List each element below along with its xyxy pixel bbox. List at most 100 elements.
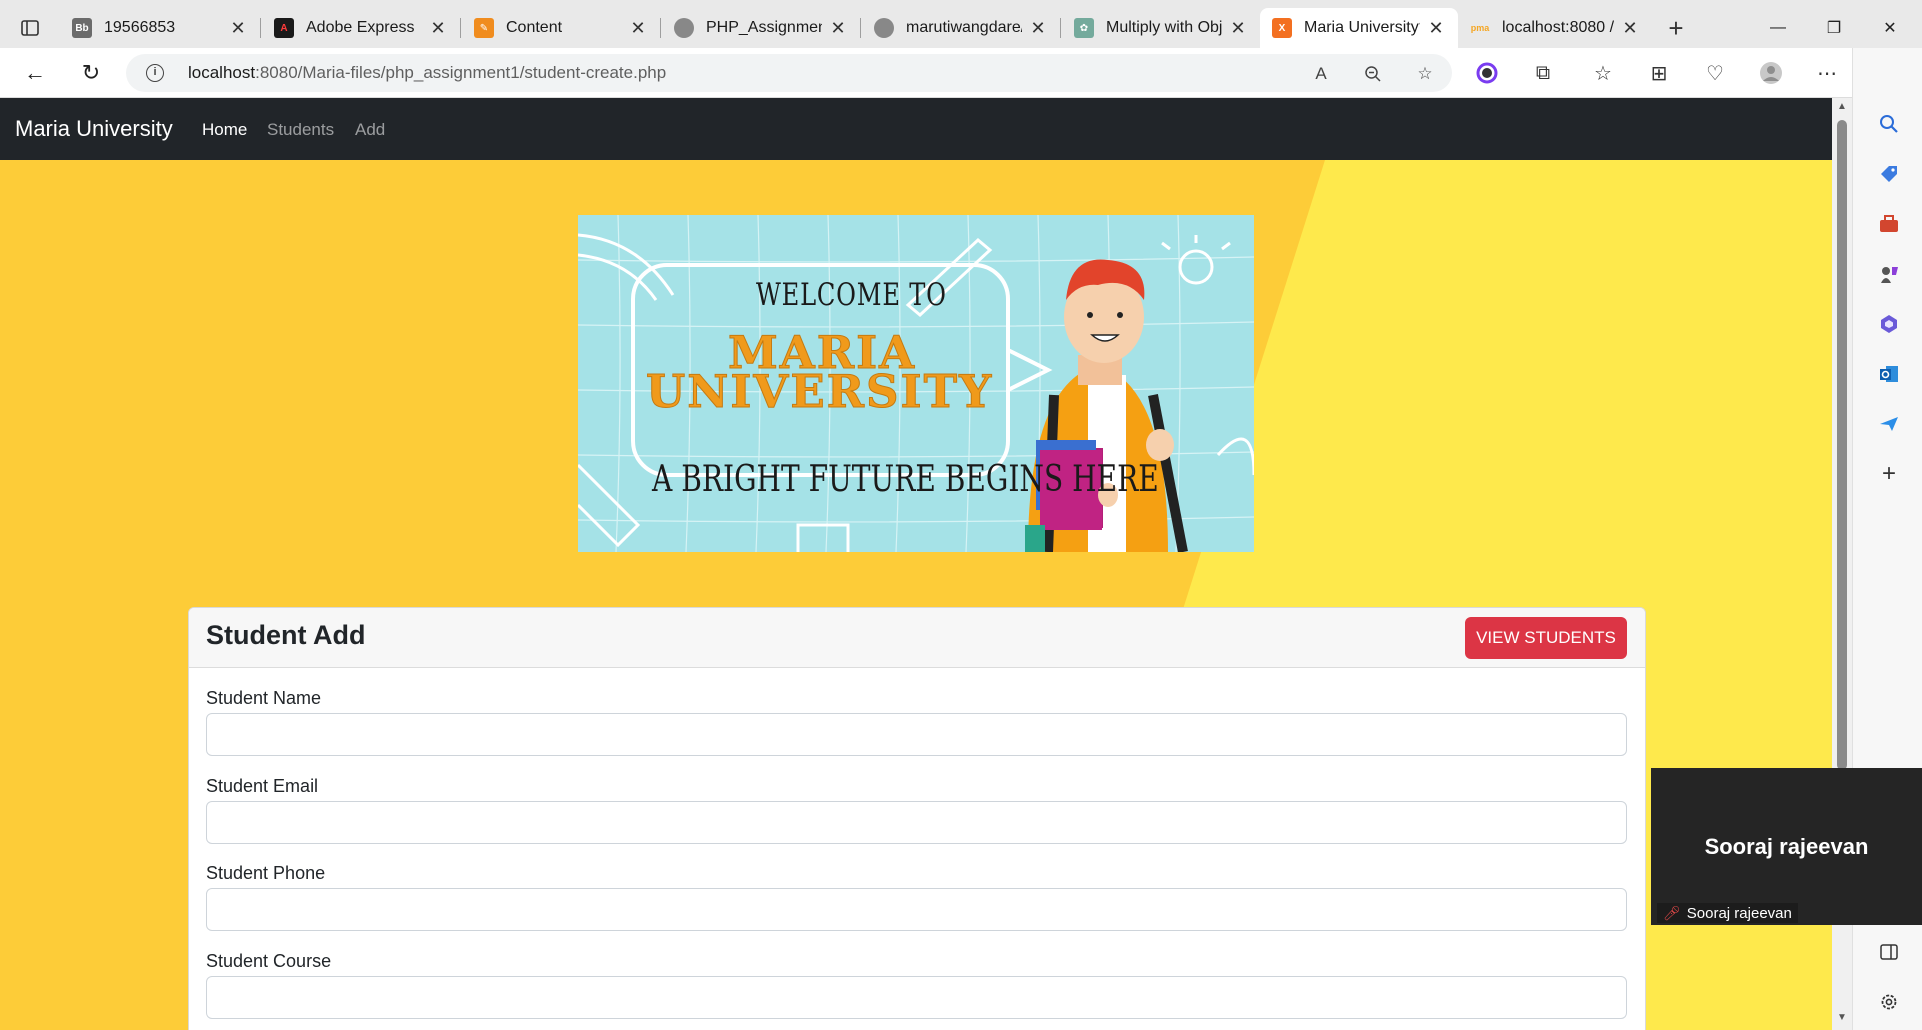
search-icon[interactable] bbox=[1875, 110, 1903, 138]
more-icon[interactable]: ⋯ bbox=[1812, 58, 1842, 88]
zoom-icon[interactable] bbox=[1362, 63, 1384, 85]
url-text[interactable]: localhost:8080/Maria-files/php_assignmen… bbox=[188, 63, 666, 83]
browser-essentials-icon[interactable]: ♡ bbox=[1700, 58, 1730, 88]
back-button[interactable]: ← bbox=[16, 54, 54, 92]
page-viewport: Maria University Home Students Add WELCO… bbox=[0, 98, 1832, 1030]
banner-tagline: A BRIGHT FUTURE BEGINS HERE bbox=[652, 459, 1159, 500]
nav-link-add[interactable]: Add bbox=[355, 120, 385, 140]
profile-icon[interactable] bbox=[1756, 58, 1786, 88]
shopping-tag-icon[interactable] bbox=[1875, 160, 1903, 188]
microsoft365-icon[interactable] bbox=[1875, 310, 1903, 338]
xampp-favicon-icon: X bbox=[1272, 18, 1292, 38]
card-header: Student Add VIEW STUDENTS bbox=[189, 608, 1645, 668]
mic-muted-icon: 🎤︎ bbox=[1663, 904, 1681, 921]
card-title: Student Add bbox=[206, 620, 366, 650]
tab-title: PHP_Assignment1 bbox=[706, 19, 822, 36]
tab-actions-icon bbox=[21, 20, 39, 36]
collections-icon[interactable]: ⊞ bbox=[1644, 58, 1674, 88]
browser-tab[interactable]: marutiwangdare/ ✕ bbox=[862, 8, 1061, 48]
url-host: localhost bbox=[188, 63, 256, 82]
site-info-icon[interactable]: i bbox=[146, 64, 164, 82]
student-add-card: Student Add VIEW STUDENTS Student Name S… bbox=[188, 607, 1646, 1030]
student-email-label: Student Email bbox=[206, 776, 319, 796]
reload-icon: ↻ bbox=[81, 60, 101, 85]
call-participant-tag: 🎤︎ Sooraj rajeevan bbox=[1657, 903, 1798, 923]
url-path: :8080/Maria-files/php_assignment1/studen… bbox=[255, 63, 667, 82]
tab-actions-button[interactable] bbox=[10, 10, 50, 46]
nav-link-students[interactable]: Students bbox=[267, 120, 334, 140]
close-tab-icon[interactable]: ✕ bbox=[428, 18, 448, 39]
restore-button[interactable]: ❐ bbox=[1806, 8, 1862, 48]
call-participant-tag-label: Sooraj rajeevan bbox=[1686, 904, 1792, 922]
phpmyadmin-favicon-icon: pma bbox=[1470, 23, 1490, 33]
extensions-icon[interactable]: ⧉ bbox=[1528, 58, 1558, 88]
close-tab-icon[interactable]: ✕ bbox=[628, 18, 648, 39]
tab-title: marutiwangdare/ bbox=[906, 19, 1022, 36]
browser-tab[interactable]: A Adobe Express ✕ bbox=[262, 8, 461, 48]
tab-title: 19566853 bbox=[104, 19, 176, 36]
banner-welcome-text: WELCOME TO bbox=[756, 277, 947, 313]
banner-title-line2: UNIVERSITY bbox=[645, 365, 994, 419]
welcome-banner: WELCOME TO MARIA UNIVERSITY A BRIGHT FUT… bbox=[578, 215, 1254, 552]
minimize-icon: — bbox=[1770, 19, 1786, 36]
content-favicon-icon: ✎ bbox=[474, 18, 494, 38]
tools-icon[interactable] bbox=[1875, 210, 1903, 238]
student-phone-label: Student Phone bbox=[206, 863, 326, 883]
blackboard-favicon-icon: Bb bbox=[72, 18, 92, 38]
browser-tab[interactable]: PHP_Assignment1 ✕ bbox=[662, 8, 861, 48]
student-course-input[interactable] bbox=[206, 976, 1627, 1019]
browser-toolbar: ← ↻ i localhost:8080/Maria-files/php_ass… bbox=[0, 48, 1922, 98]
scrollbar-thumb[interactable] bbox=[1837, 120, 1847, 770]
browser-tab[interactable]: pma localhost:8080 / 1 ✕ bbox=[1458, 8, 1652, 48]
browser-tab[interactable]: ✎ Content ✕ bbox=[462, 8, 661, 48]
close-tab-icon[interactable]: ✕ bbox=[1620, 18, 1640, 39]
tab-strip: Bb 19566853 ✕ A Adobe Express ✕ ✎ Conten… bbox=[0, 0, 1922, 48]
sidebar-panel-icon[interactable] bbox=[1875, 938, 1903, 966]
scroll-up-arrow-icon[interactable]: ▲ bbox=[1834, 101, 1850, 115]
tab-title: Content bbox=[506, 19, 563, 36]
scroll-down-arrow-icon[interactable]: ▼ bbox=[1834, 1012, 1850, 1026]
student-course-label: Student Course bbox=[206, 951, 332, 971]
adobe-express-favicon-icon: A bbox=[274, 18, 294, 38]
student-name-input[interactable] bbox=[206, 713, 1627, 756]
reload-button[interactable]: ↻ bbox=[72, 54, 110, 92]
view-students-button[interactable]: VIEW STUDENTS bbox=[1465, 617, 1627, 659]
close-tab-icon[interactable]: ✕ bbox=[1228, 18, 1248, 39]
student-phone-input[interactable] bbox=[206, 888, 1627, 931]
close-window-button[interactable]: ✕ bbox=[1862, 8, 1918, 48]
games-icon[interactable] bbox=[1875, 260, 1903, 288]
favorite-star-icon[interactable]: ☆ bbox=[1414, 63, 1436, 85]
chatgpt-favicon-icon: ✿ bbox=[1074, 18, 1094, 38]
close-icon: ✕ bbox=[1883, 20, 1897, 37]
add-sidebar-app-icon[interactable]: + bbox=[1875, 460, 1903, 488]
call-participant-name: Sooraj rajeevan bbox=[1704, 834, 1869, 859]
github-favicon-icon bbox=[874, 18, 894, 38]
student-email-input[interactable] bbox=[206, 801, 1627, 844]
tab-title: Maria University? bbox=[1304, 19, 1420, 36]
favorites-icon[interactable]: ☆ bbox=[1588, 58, 1618, 88]
video-call-tile[interactable]: Sooraj rajeevan 🎤︎ Sooraj rajeevan bbox=[1651, 768, 1922, 925]
close-tab-icon[interactable]: ✕ bbox=[828, 18, 848, 39]
browser-tab-active[interactable]: X Maria University? ✕ bbox=[1260, 8, 1458, 48]
tab-title: Multiply with Obj bbox=[1106, 19, 1222, 36]
address-bar[interactable]: i localhost:8080/Maria-files/php_assignm… bbox=[126, 54, 1452, 92]
browser-tab[interactable]: Bb 19566853 ✕ bbox=[60, 8, 261, 48]
restore-icon: ❐ bbox=[1826, 20, 1842, 37]
close-tab-icon[interactable]: ✕ bbox=[228, 18, 248, 39]
outlook-icon[interactable] bbox=[1875, 360, 1903, 388]
color-extension-icon[interactable] bbox=[1472, 58, 1502, 88]
read-aloud-icon[interactable]: A bbox=[1310, 63, 1332, 85]
site-brand[interactable]: Maria University bbox=[15, 116, 173, 142]
close-tab-icon[interactable]: ✕ bbox=[1028, 18, 1048, 39]
new-tab-button[interactable]: + bbox=[1656, 8, 1696, 48]
site-navbar: Maria University Home Students Add bbox=[0, 98, 1832, 160]
tab-title: localhost:8080 / 1 bbox=[1502, 19, 1614, 36]
minimize-button[interactable]: — bbox=[1750, 8, 1806, 48]
browser-tab[interactable]: ✿ Multiply with Obj ✕ bbox=[1062, 8, 1260, 48]
settings-gear-icon[interactable] bbox=[1875, 988, 1903, 1016]
close-tab-icon[interactable]: ✕ bbox=[1426, 18, 1446, 39]
nav-link-home[interactable]: Home bbox=[202, 120, 247, 140]
github-favicon-icon bbox=[674, 18, 694, 38]
student-name-label: Student Name bbox=[206, 688, 322, 708]
send-icon[interactable] bbox=[1875, 410, 1903, 438]
